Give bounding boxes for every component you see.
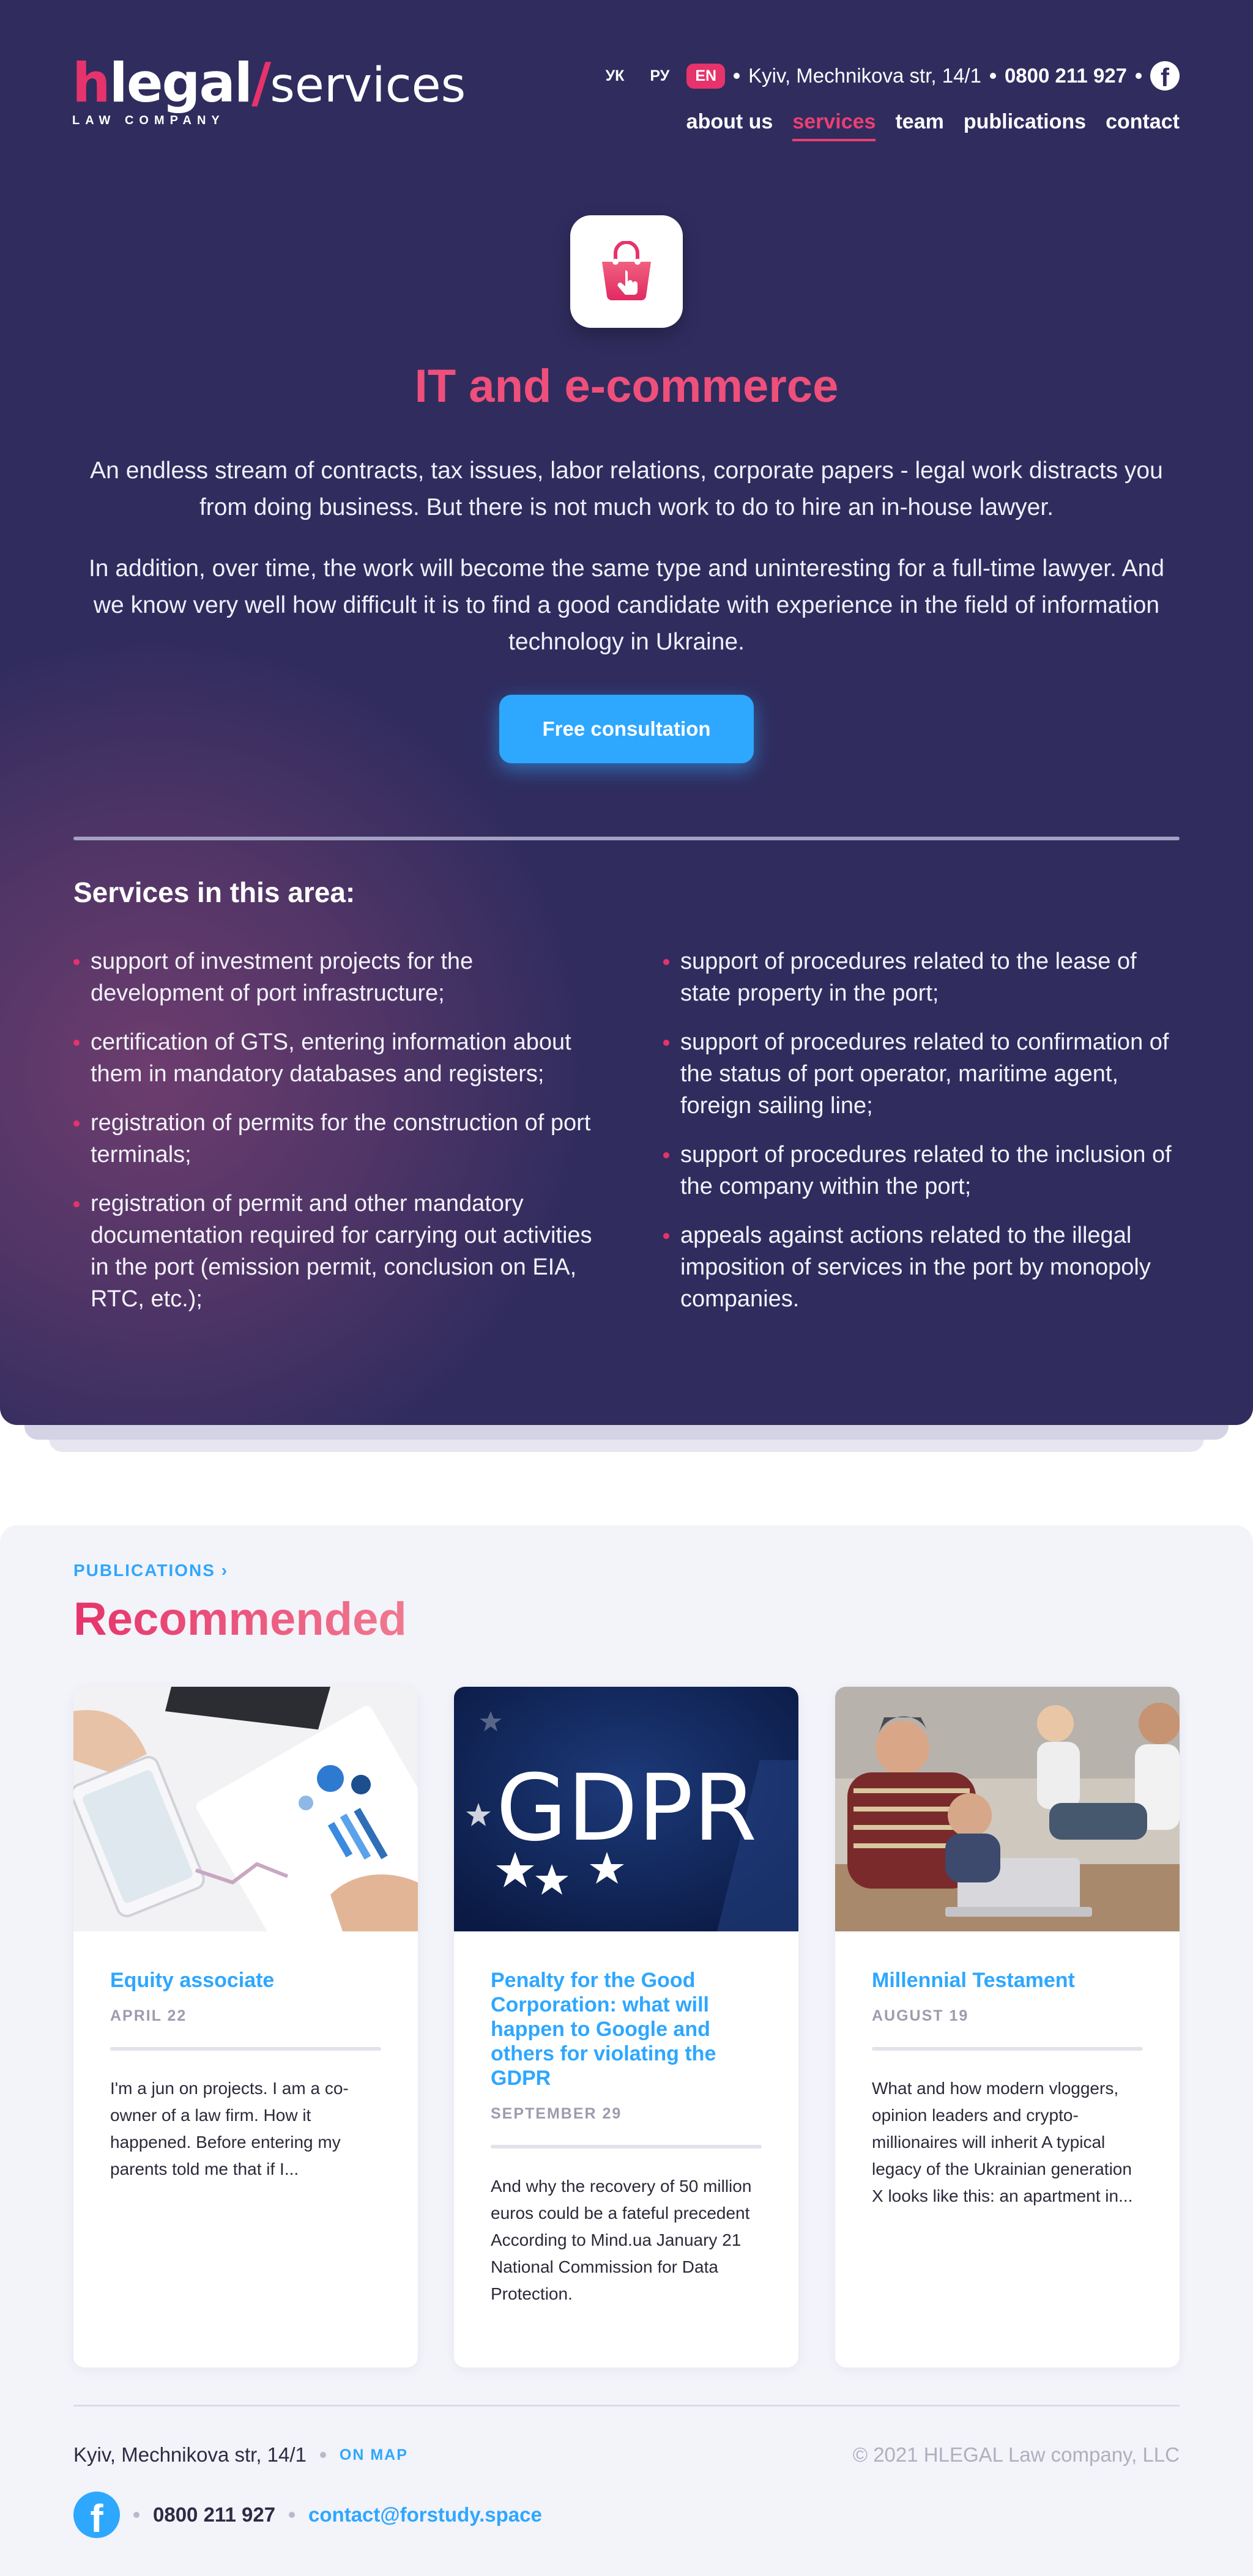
- card-divider: [491, 2145, 762, 2149]
- publication-card[interactable]: GDPR Penalty for the Good Corporation: w…: [454, 1687, 798, 2367]
- recommended-heading: Recommended: [73, 1593, 407, 1645]
- nav-about-us[interactable]: about us: [686, 110, 773, 141]
- publication-card[interactable]: Millennial Testament AUGUST 19 What and …: [835, 1687, 1180, 2367]
- nav-team[interactable]: team: [895, 110, 943, 141]
- copyright: © 2021 HLEGAL Law company, LLC: [852, 2443, 1180, 2466]
- card-excerpt: And why the recovery of 50 million euros…: [491, 2177, 752, 2303]
- logo-slash: /: [251, 51, 271, 114]
- card-title[interactable]: Penalty for the Good Corporation: what w…: [491, 1968, 762, 2090]
- top-contact-bar: УК РУ EN Kyiv, Mechnikova str, 14/1 0800…: [597, 61, 1180, 91]
- card-excerpt: What and how modern vloggers, opinion le…: [872, 2079, 1133, 2205]
- card-image-gdpr: GDPR: [454, 1687, 798, 1931]
- services-list-right: support of procedures related to the lea…: [663, 946, 1183, 1332]
- nav-services[interactable]: services: [792, 110, 876, 141]
- facebook-icon[interactable]: f: [73, 2492, 120, 2538]
- publications-link-label: PUBLICATIONS: [73, 1561, 215, 1580]
- service-item: registration of permit and other mandato…: [73, 1188, 593, 1315]
- service-item: support of procedures related to the inc…: [663, 1139, 1183, 1202]
- free-consultation-button[interactable]: Free consultation: [499, 695, 754, 763]
- card-divider: [872, 2047, 1143, 2051]
- logo-subtitle: LAW COMPANY: [72, 114, 225, 127]
- lang-uk[interactable]: УК: [597, 64, 633, 89]
- section-divider: [73, 837, 1180, 840]
- separator-dot: [1136, 73, 1142, 79]
- footer-address: Kyiv, Mechnikova str, 14/1: [73, 2443, 307, 2466]
- service-item: certification of GTS, entering informati…: [73, 1026, 593, 1090]
- services-list-left: support of investment projects for the d…: [73, 946, 593, 1332]
- publications-link[interactable]: PUBLICATIONS ›: [73, 1561, 228, 1580]
- publication-card[interactable]: Equity associate APRIL 22 I'm a jun on p…: [73, 1687, 418, 2367]
- main-nav: about us services team publications cont…: [686, 110, 1180, 141]
- logo-legal: legal: [109, 51, 253, 114]
- intro-paragraph-1: An endless stream of contracts, tax issu…: [90, 457, 1163, 520]
- services-heading: Services in this area:: [73, 876, 355, 908]
- company-logo[interactable]: hlegal/services LAW COMPANY: [72, 56, 466, 128]
- footer-phone[interactable]: 0800 211 927: [153, 2503, 275, 2526]
- logo-services: services: [270, 58, 466, 113]
- nav-publications[interactable]: publications: [964, 110, 1086, 141]
- card-title[interactable]: Millennial Testament: [872, 1968, 1143, 1993]
- card-excerpt: I'm a jun on projects. I am a co-owner o…: [110, 2079, 349, 2178]
- header-address[interactable]: Kyiv, Mechnikova str, 14/1: [748, 64, 981, 87]
- service-item: registration of permits for the construc…: [73, 1107, 593, 1171]
- card-image-charts: [73, 1687, 418, 1931]
- header-phone[interactable]: 0800 211 927: [1005, 64, 1127, 87]
- nav-contact[interactable]: contact: [1106, 110, 1180, 141]
- footer-email[interactable]: contact@forstudy.space: [308, 2503, 542, 2526]
- logo-h: h: [72, 51, 111, 114]
- separator-dot: [133, 2512, 139, 2518]
- category-icon-tile: [570, 215, 683, 328]
- service-item: support of investment projects for the d…: [73, 946, 593, 1009]
- footer-address-row: Kyiv, Mechnikova str, 14/1 ON MAP: [73, 2443, 408, 2467]
- card-date: SEPTEMBER 29: [491, 2105, 622, 2122]
- intro-paragraph-2: In addition, over time, the work will be…: [88, 555, 1165, 655]
- card-date: AUGUST 19: [872, 2007, 969, 2024]
- service-item: support of procedures related to confirm…: [663, 1026, 1183, 1122]
- footer-divider: [73, 2405, 1180, 2407]
- lang-ru[interactable]: РУ: [641, 64, 678, 89]
- service-item: support of procedures related to the lea…: [663, 946, 1183, 1009]
- separator-dot: [319, 2452, 326, 2458]
- shopping-bag-icon: [602, 241, 651, 301]
- hero-section: hlegal/services LAW COMPANY УК РУ EN Kyi…: [0, 0, 1253, 1425]
- page-title: IT and e-commerce: [414, 360, 839, 412]
- chevron-right-icon: ›: [221, 1561, 229, 1580]
- on-map-link[interactable]: ON MAP: [340, 2446, 408, 2464]
- separator-dot: [289, 2512, 296, 2518]
- service-item: appeals against actions related to the i…: [663, 1220, 1183, 1315]
- footer-contact-row: f 0800 211 927 contact@forstudy.space: [73, 2492, 542, 2538]
- card-divider: [110, 2047, 381, 2051]
- gdpr-image-text: GDPR: [496, 1755, 757, 1862]
- card-date: APRIL 22: [110, 2007, 187, 2024]
- card-title[interactable]: Equity associate: [110, 1968, 381, 1993]
- card-image-people: [835, 1687, 1180, 1931]
- facebook-icon[interactable]: f: [1150, 61, 1180, 91]
- separator-dot: [734, 73, 740, 79]
- lang-en[interactable]: EN: [686, 63, 726, 89]
- separator-dot: [989, 73, 996, 79]
